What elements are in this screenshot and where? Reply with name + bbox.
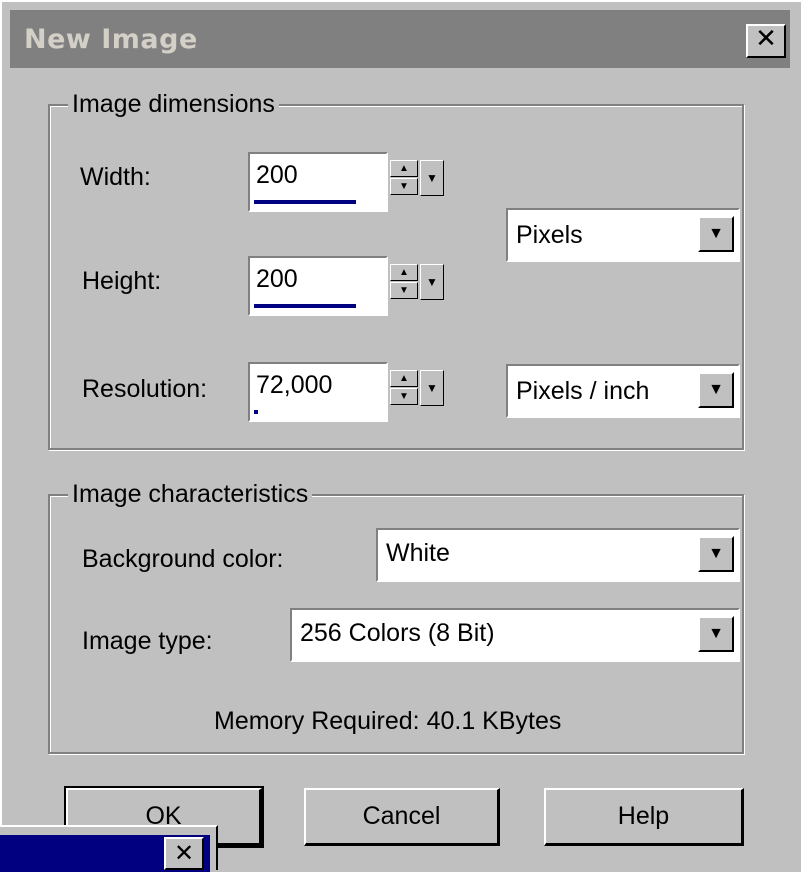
resolution-unit-value: Pixels / inch — [516, 377, 650, 405]
image-dimensions-title: Image dimensions — [68, 89, 279, 119]
size-unit-value: Pixels — [516, 221, 583, 249]
resolution-label: Resolution: — [82, 375, 208, 403]
image-type-value: 256 Colors (8 Bit) — [300, 619, 495, 647]
resolution-value: 72,000 — [256, 371, 333, 399]
height-value: 200 — [256, 265, 298, 293]
memory-required-text: Memory Required: 40.1 KBytes — [214, 707, 562, 735]
background-color-value: White — [386, 539, 450, 567]
resolution-spin-buttons[interactable]: ▲ ▼ — [390, 370, 418, 406]
size-unit-select[interactable]: Pixels ▼ — [506, 208, 740, 262]
image-characteristics-title: Image characteristics — [68, 479, 313, 509]
title-bar[interactable]: New Image ✕ — [10, 10, 790, 68]
width-label: Width: — [80, 163, 151, 191]
height-spin-buttons[interactable]: ▲ ▼ — [390, 264, 418, 300]
width-input[interactable]: 200 — [248, 152, 388, 212]
background-window: ✕ — [0, 825, 218, 872]
background-window-close-button[interactable]: ✕ — [164, 837, 204, 870]
width-spin-buttons[interactable]: ▲ ▼ — [390, 160, 418, 196]
spin-down-icon[interactable]: ▼ — [390, 178, 418, 195]
chevron-down-icon[interactable]: ▼ — [698, 372, 734, 408]
spin-down-icon[interactable]: ▼ — [390, 282, 418, 299]
background-color-label: Background color: — [82, 545, 284, 573]
height-label: Height: — [82, 267, 162, 295]
close-icon: ✕ — [173, 839, 195, 867]
close-icon: ✕ — [755, 24, 777, 54]
image-type-select[interactable]: 256 Colors (8 Bit) ▼ — [290, 608, 740, 662]
dialog-title: New Image — [24, 24, 198, 55]
image-type-label: Image type: — [82, 627, 213, 655]
spin-up-icon[interactable]: ▲ — [390, 264, 418, 281]
height-spinbox[interactable]: 200 ▲ ▼ ▼ — [248, 256, 460, 316]
height-input[interactable]: 200 — [248, 256, 388, 316]
background-color-select[interactable]: White ▼ — [376, 528, 740, 582]
help-label: Help — [617, 802, 670, 830]
chevron-down-icon[interactable]: ▼ — [698, 616, 734, 652]
resolution-unit-select[interactable]: Pixels / inch ▼ — [506, 364, 740, 418]
height-slider-fill — [254, 304, 356, 308]
cancel-label: Cancel — [362, 802, 441, 830]
cancel-button[interactable]: Cancel — [304, 788, 500, 846]
new-image-dialog: New Image ✕ Image dimensions Width: 200 … — [0, 0, 801, 870]
resolution-slider-fill — [254, 410, 258, 414]
chevron-down-icon[interactable]: ▼ — [698, 536, 734, 572]
width-value: 200 — [256, 161, 298, 189]
height-slider-dropdown-icon[interactable]: ▼ — [420, 264, 444, 300]
spin-up-icon[interactable]: ▲ — [390, 370, 418, 387]
width-slider-fill — [254, 200, 356, 204]
resolution-spinbox[interactable]: 72,000 ▲ ▼ ▼ — [248, 362, 460, 422]
resolution-input[interactable]: 72,000 — [248, 362, 388, 422]
width-spinbox[interactable]: 200 ▲ ▼ ▼ — [248, 152, 460, 212]
background-window-title-bar[interactable]: ✕ — [0, 835, 210, 872]
resolution-slider-dropdown-icon[interactable]: ▼ — [420, 370, 444, 406]
spin-down-icon[interactable]: ▼ — [390, 388, 418, 405]
width-slider-dropdown-icon[interactable]: ▼ — [420, 160, 444, 196]
chevron-down-icon[interactable]: ▼ — [698, 216, 734, 252]
close-button[interactable]: ✕ — [746, 24, 786, 58]
help-button[interactable]: Help — [544, 788, 744, 846]
spin-up-icon[interactable]: ▲ — [390, 160, 418, 177]
